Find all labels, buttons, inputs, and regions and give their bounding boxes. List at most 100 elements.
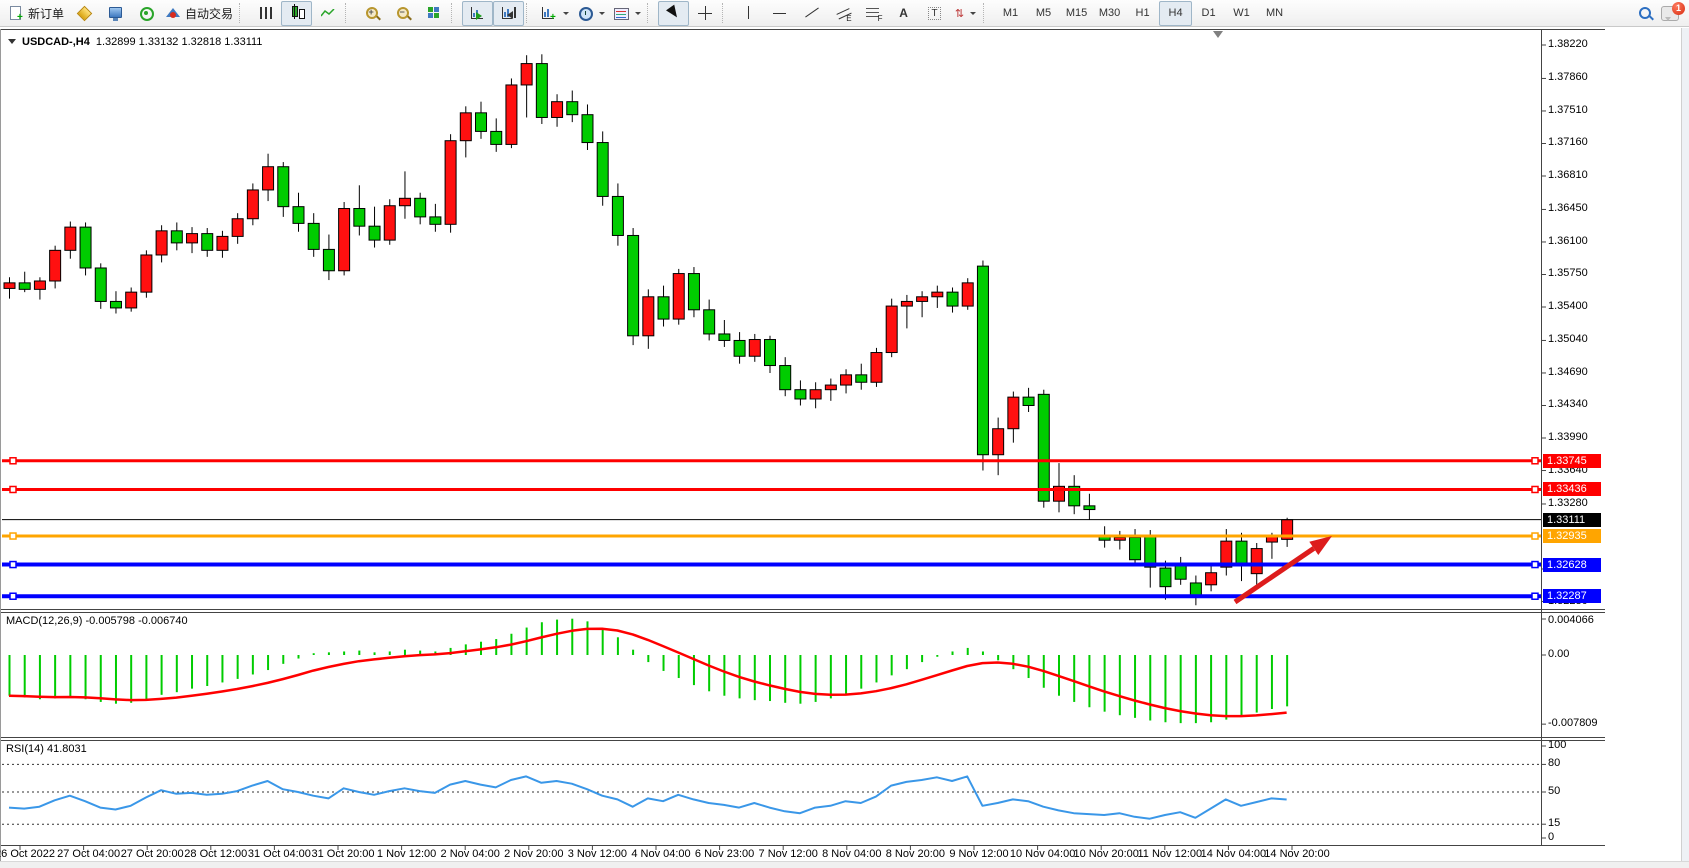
candle-bull[interactable] bbox=[141, 255, 152, 292]
candle-bear[interactable] bbox=[795, 390, 806, 399]
channel-button[interactable]: E bbox=[826, 1, 857, 26]
timeframe-button-m30[interactable]: M30 bbox=[1093, 1, 1126, 26]
candle-bull[interactable] bbox=[156, 231, 167, 255]
candle-bull[interactable] bbox=[825, 385, 836, 390]
timeframe-button-m1[interactable]: M1 bbox=[994, 1, 1027, 26]
candle-bear[interactable] bbox=[1236, 541, 1247, 563]
new-order-button[interactable]: + 新订单 bbox=[4, 1, 68, 26]
vertical-line-button[interactable] bbox=[733, 1, 764, 26]
candle-bull[interactable] bbox=[932, 292, 943, 297]
auto-trading-button[interactable]: 自动交易 bbox=[161, 1, 237, 26]
zoom-in-button[interactable]: + bbox=[356, 1, 387, 26]
candle-bull[interactable] bbox=[232, 219, 243, 237]
candle-bull[interactable] bbox=[993, 429, 1004, 455]
line-chart-button[interactable] bbox=[312, 1, 343, 26]
candle-bull[interactable] bbox=[886, 306, 897, 352]
candle-bear[interactable] bbox=[1084, 506, 1095, 510]
horizontal-line-button[interactable] bbox=[764, 1, 795, 26]
candle-bull[interactable] bbox=[643, 297, 654, 336]
line-handle[interactable] bbox=[10, 458, 16, 464]
pane-separator[interactable] bbox=[0, 612, 1605, 613]
candle-bull[interactable] bbox=[1008, 397, 1019, 429]
candle-bull[interactable] bbox=[901, 301, 912, 306]
line-handle[interactable] bbox=[10, 486, 16, 492]
notifications-icon[interactable]: 1 bbox=[1661, 6, 1679, 21]
periods-button[interactable] bbox=[573, 1, 609, 26]
arrows-button[interactable]: ⇅ bbox=[950, 1, 981, 26]
timeframe-button-mn[interactable]: MN bbox=[1258, 1, 1291, 26]
candle-bull[interactable] bbox=[871, 353, 882, 383]
candle-bear[interactable] bbox=[597, 143, 608, 197]
candle-bull[interactable] bbox=[263, 167, 274, 190]
tile-windows-button[interactable] bbox=[418, 1, 449, 26]
candle-bull[interactable] bbox=[552, 102, 563, 118]
line-handle[interactable] bbox=[1532, 458, 1538, 464]
candle-bull[interactable] bbox=[4, 283, 15, 289]
line-handle[interactable] bbox=[10, 533, 16, 539]
candle-bear[interactable] bbox=[704, 310, 715, 334]
trendline-button[interactable] bbox=[795, 1, 826, 26]
candle-bull[interactable] bbox=[1206, 573, 1217, 585]
candle-bull[interactable] bbox=[65, 227, 76, 250]
templates-button[interactable] bbox=[609, 1, 645, 26]
candle-bear[interactable] bbox=[430, 217, 441, 224]
candle-bull[interactable] bbox=[962, 283, 973, 306]
candle-bull[interactable] bbox=[841, 375, 852, 385]
candle-bear[interactable] bbox=[80, 227, 91, 268]
timeframe-button-m5[interactable]: M5 bbox=[1027, 1, 1060, 26]
candle-bull[interactable] bbox=[1114, 537, 1125, 540]
bar-chart-button[interactable] bbox=[250, 1, 281, 26]
candle-bear[interactable] bbox=[293, 207, 304, 224]
auto-scroll-button[interactable] bbox=[462, 1, 493, 26]
candle-bear[interactable] bbox=[977, 266, 988, 455]
timeframe-button-m15[interactable]: M15 bbox=[1060, 1, 1093, 26]
candle-bear[interactable] bbox=[308, 223, 319, 249]
candle-bear[interactable] bbox=[171, 231, 182, 243]
candle-bear[interactable] bbox=[734, 340, 745, 356]
candle-bull[interactable] bbox=[126, 292, 137, 308]
timeframe-button-h1[interactable]: H1 bbox=[1126, 1, 1159, 26]
candle-bear[interactable] bbox=[567, 102, 578, 115]
timeframe-button-w1[interactable]: W1 bbox=[1225, 1, 1258, 26]
candle-bear[interactable] bbox=[415, 198, 426, 217]
candle-bear[interactable] bbox=[658, 297, 669, 319]
candle-bull[interactable] bbox=[749, 340, 760, 357]
candle-bear[interactable] bbox=[1160, 568, 1171, 587]
candle-bear[interactable] bbox=[491, 131, 502, 144]
candle-bear[interactable] bbox=[110, 301, 121, 308]
signals-button[interactable] bbox=[130, 1, 161, 26]
candle-bear[interactable] bbox=[719, 334, 730, 341]
candle-bear[interactable] bbox=[582, 115, 593, 143]
candle-bear[interactable] bbox=[19, 283, 30, 290]
candle-bull[interactable] bbox=[339, 209, 350, 271]
zoom-out-button[interactable]: − bbox=[387, 1, 418, 26]
candle-bull[interactable] bbox=[187, 234, 198, 243]
line-handle[interactable] bbox=[10, 562, 16, 568]
candle-bull[interactable] bbox=[384, 206, 395, 240]
candle-bull[interactable] bbox=[673, 274, 684, 320]
candle-bear[interactable] bbox=[1175, 565, 1186, 579]
cursor-button[interactable] bbox=[658, 1, 689, 26]
candle-bear[interactable] bbox=[278, 167, 289, 207]
line-handle[interactable] bbox=[10, 593, 16, 599]
candle-bull[interactable] bbox=[399, 198, 410, 205]
search-icon[interactable] bbox=[1637, 5, 1653, 21]
candle-bear[interactable] bbox=[780, 366, 791, 390]
candle-bull[interactable] bbox=[460, 113, 471, 141]
candle-bear[interactable] bbox=[536, 64, 547, 118]
text-button[interactable]: A bbox=[888, 1, 919, 26]
candle-bear[interactable] bbox=[1023, 397, 1034, 405]
candle-bull[interactable] bbox=[506, 85, 517, 144]
candle-bull[interactable] bbox=[521, 64, 532, 85]
candle-bear[interactable] bbox=[323, 249, 334, 270]
candle-bull[interactable] bbox=[445, 141, 456, 225]
candle-bull[interactable] bbox=[247, 190, 258, 219]
chart-shift-button[interactable] bbox=[493, 1, 524, 26]
candle-bear[interactable] bbox=[856, 375, 867, 382]
line-handle[interactable] bbox=[1532, 593, 1538, 599]
chart-shift-marker[interactable] bbox=[1213, 31, 1223, 38]
candlestick-chart-button[interactable] bbox=[281, 1, 312, 26]
timeframe-button-h4[interactable]: H4 bbox=[1159, 1, 1192, 26]
candle-bull[interactable] bbox=[1251, 549, 1262, 574]
candle-bear[interactable] bbox=[369, 226, 380, 240]
